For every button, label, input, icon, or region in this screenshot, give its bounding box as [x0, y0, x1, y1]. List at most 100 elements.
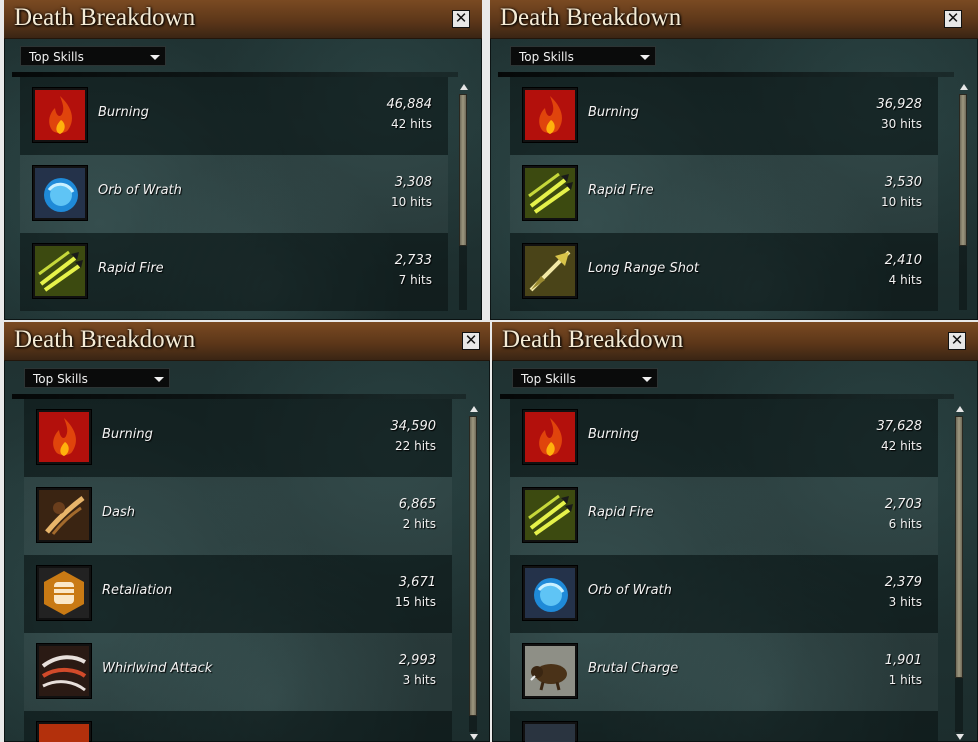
arrows-icon	[32, 243, 88, 299]
scroll-down-arrow-icon[interactable]	[956, 734, 964, 740]
fire-icon	[36, 409, 92, 465]
skill-damage: 2,703	[884, 497, 922, 512]
chevron-down-icon	[642, 377, 652, 382]
skill-row[interactable]: Burning 37,628 42 hits	[510, 399, 938, 477]
skill-hits: 10 hits	[391, 195, 432, 209]
arrows-icon	[522, 487, 578, 543]
skill-name: Orb of Wrath	[98, 183, 182, 198]
skill-damage: 3,530	[884, 175, 922, 190]
scroll-up-arrow-icon[interactable]	[460, 84, 468, 90]
skill-hits: 15 hits	[395, 595, 436, 609]
scroll-up-arrow-icon[interactable]	[470, 406, 478, 412]
scroll-thumb[interactable]	[469, 416, 477, 716]
panel-title: Death Breakdown	[14, 4, 196, 31]
scroll-thumb[interactable]	[959, 94, 967, 246]
skill-name: Burning	[102, 427, 153, 442]
skill-hits: 1 hits	[888, 673, 922, 687]
close-button[interactable]: ✕	[462, 332, 480, 350]
title-bar[interactable]: Death Breakdown ✕	[4, 0, 482, 39]
skill-name: Dash	[102, 505, 135, 520]
chevron-down-icon	[150, 55, 160, 60]
skill-damage: 2,993	[398, 653, 436, 668]
skill-damage: 37,628	[876, 419, 923, 434]
skill-damage: 6,865	[398, 497, 436, 512]
skill-row[interactable]: Rapid Fire 2,703 6 hits	[510, 477, 938, 555]
scrollbar[interactable]	[958, 84, 970, 320]
scrollbar[interactable]	[954, 406, 966, 742]
whirlwind-icon	[36, 643, 92, 699]
skill-row[interactable]	[510, 711, 938, 742]
skill-hits: 42 hits	[881, 439, 922, 453]
skill-damage: 1,901	[884, 653, 922, 668]
skill-hits: 10 hits	[881, 195, 922, 209]
skill-row[interactable]	[24, 711, 452, 742]
title-bar[interactable]: Death Breakdown ✕	[490, 0, 978, 39]
top-skills-dropdown[interactable]: Top Skills	[20, 46, 166, 66]
scrollbar[interactable]	[458, 84, 470, 320]
skill-name: Whirlwind Attack	[102, 661, 213, 676]
title-bar[interactable]: Death Breakdown ✕	[492, 322, 978, 361]
panel-title: Death Breakdown	[500, 4, 682, 31]
scroll-thumb[interactable]	[459, 94, 467, 246]
skill-hits: 3 hits	[888, 595, 922, 609]
chevron-down-icon	[640, 55, 650, 60]
skill-row[interactable]: Burning 34,590 22 hits	[24, 399, 452, 477]
skill-name: Rapid Fire	[98, 261, 164, 276]
skill-icon	[522, 721, 578, 742]
death-breakdown-panel-1: Death Breakdown ✕ Top Skills Burning 46,…	[4, 0, 482, 320]
death-breakdown-panel-3: Death Breakdown ✕ Top Skills Burning 34,…	[4, 322, 490, 742]
panel-title: Death Breakdown	[14, 326, 196, 353]
skill-row[interactable]: Long Range Shot 2,410 4 hits	[510, 233, 938, 311]
skill-hits: 42 hits	[391, 117, 432, 131]
skill-damage: 46,884	[386, 97, 433, 112]
title-bar[interactable]: Death Breakdown ✕	[4, 322, 490, 361]
skill-name: Long Range Shot	[588, 261, 699, 276]
skill-row[interactable]: Brutal Charge 1,901 1 hits	[510, 633, 938, 711]
skill-row[interactable]: Whirlwind Attack 2,993 3 hits	[24, 633, 452, 711]
dropdown-label: Top Skills	[519, 50, 574, 64]
skill-name: Brutal Charge	[588, 661, 679, 676]
skill-row[interactable]: Orb of Wrath 2,379 3 hits	[510, 555, 938, 633]
close-button[interactable]: ✕	[944, 10, 962, 28]
close-button[interactable]: ✕	[452, 10, 470, 28]
top-skills-dropdown[interactable]: Top Skills	[512, 368, 658, 388]
skill-hits: 6 hits	[888, 517, 922, 531]
skill-name: Rapid Fire	[588, 183, 654, 198]
dash-icon	[36, 487, 92, 543]
top-skills-dropdown[interactable]: Top Skills	[510, 46, 656, 66]
scrollbar[interactable]	[468, 406, 480, 742]
skill-hits: 3 hits	[402, 673, 436, 687]
fire-icon	[522, 87, 578, 143]
skill-row[interactable]: Rapid Fire 3,530 10 hits	[510, 155, 938, 233]
skill-row[interactable]: Retaliation 3,671 15 hits	[24, 555, 452, 633]
blue-orb-icon	[32, 165, 88, 221]
dropdown-label: Top Skills	[521, 372, 576, 386]
skill-name: Rapid Fire	[588, 505, 654, 520]
chevron-down-icon	[154, 377, 164, 382]
close-button[interactable]: ✕	[948, 332, 966, 350]
skill-damage: 2,733	[394, 253, 432, 268]
blue-orb-icon	[522, 565, 578, 621]
skill-row[interactable]: Rapid Fire 2,733 7 hits	[20, 233, 448, 311]
scroll-thumb[interactable]	[955, 416, 963, 678]
scroll-up-arrow-icon[interactable]	[960, 84, 968, 90]
scroll-down-arrow-icon[interactable]	[470, 734, 478, 740]
skill-row[interactable]: Orb of Wrath 3,308 10 hits	[20, 155, 448, 233]
top-skills-dropdown[interactable]: Top Skills	[24, 368, 170, 388]
skill-damage: 34,590	[390, 419, 437, 434]
skill-row[interactable]: Burning 46,884 42 hits	[20, 77, 448, 155]
skill-row[interactable]: Dash 6,865 2 hits	[24, 477, 452, 555]
arrows-icon	[522, 165, 578, 221]
fire-icon	[32, 87, 88, 143]
long-arrow-icon	[522, 243, 578, 299]
death-breakdown-panel-4: Death Breakdown ✕ Top Skills Burning 37,…	[492, 322, 978, 742]
skill-damage: 36,928	[876, 97, 923, 112]
skill-hits: 4 hits	[888, 273, 922, 287]
scroll-up-arrow-icon[interactable]	[956, 406, 964, 412]
skill-hits: 22 hits	[395, 439, 436, 453]
skill-row[interactable]: Burning 36,928 30 hits	[510, 77, 938, 155]
fist-icon	[36, 565, 92, 621]
skill-damage: 3,671	[398, 575, 436, 590]
fire-icon	[522, 409, 578, 465]
skill-hits: 7 hits	[398, 273, 432, 287]
